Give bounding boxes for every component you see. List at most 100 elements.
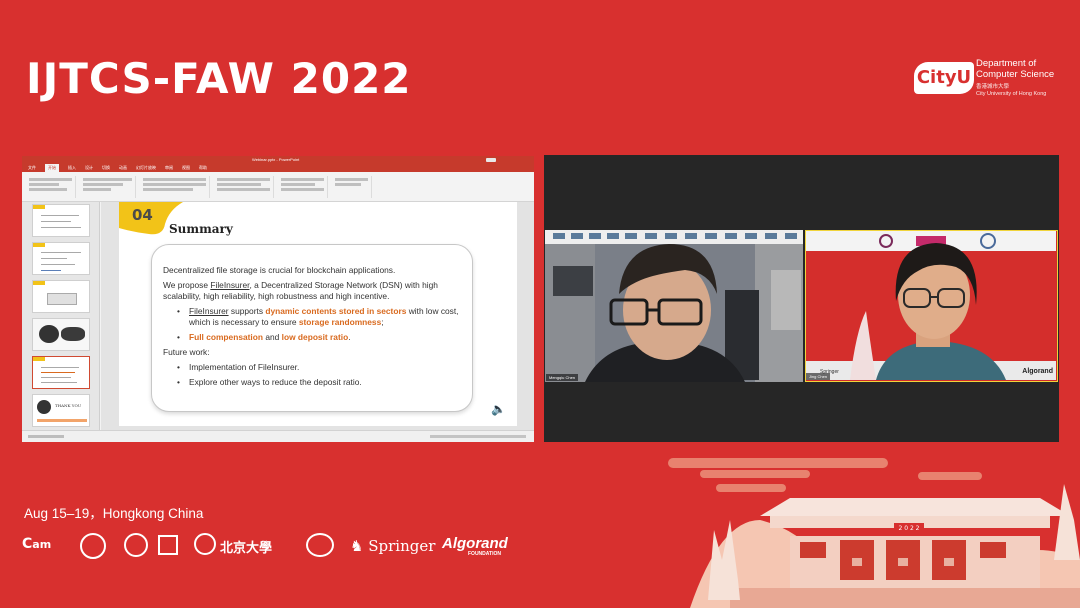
current-slide: 04 Summary Decentralized file storage is… <box>119 202 517 426</box>
thumbnail-line <box>41 215 79 216</box>
sponsor-logos: Cam 北京大學 ♞ Springer Algorand FOUNDATION <box>22 533 512 559</box>
fileinsurer-name: FileInsurer <box>210 280 250 290</box>
future-work-bullet-2: Explore other ways to reduce the deposit… <box>163 377 460 388</box>
menu-slideshow[interactable]: 幻灯片放映 <box>136 164 156 172</box>
video-conference-panel: Mengqiu Chen Springer Algorand Jing Chen <box>544 155 1059 442</box>
ppt-ribbon <box>22 172 534 202</box>
summary-line-1: Decentralized file storage is crucial fo… <box>163 265 396 275</box>
svg-text:2 0 2 2: 2 0 2 2 <box>899 525 920 532</box>
ppt-statusbar <box>22 430 534 442</box>
summary-bullet-2: Full compensation and low deposit ratio. <box>163 332 460 343</box>
menu-animations[interactable]: 动画 <box>119 164 127 172</box>
thumbnail-image <box>39 325 59 343</box>
conference-date-location: Aug 15–19，Hongkong China <box>24 506 204 521</box>
slide-thumbnail[interactable]: THANK YOU <box>32 394 90 427</box>
thumbnail-accent <box>33 357 45 361</box>
zoom-controls[interactable] <box>430 435 526 438</box>
right-sponsor-algorand: Algorand <box>1022 368 1053 375</box>
ribbon-font-group[interactable] <box>140 176 210 198</box>
thumbnail-line <box>41 372 75 373</box>
slide-thumbnail[interactable] <box>32 204 90 237</box>
future-work-heading: Future work: <box>163 347 210 357</box>
thumbnail-image <box>37 400 51 414</box>
menu-review[interactable]: 审阅 <box>165 164 173 172</box>
thumbnail-line <box>41 270 61 271</box>
bullet-text: ; <box>381 317 384 327</box>
slide-title: Summary <box>169 222 233 236</box>
summary-box: Decentralized file storage is crucial fo… <box>151 244 473 412</box>
sponsor-springer: ♞ Springer <box>350 537 436 555</box>
slide-thumbnail-selected[interactable] <box>32 356 90 389</box>
menu-design[interactable]: 设计 <box>85 164 93 172</box>
thumbnail-line <box>41 227 81 228</box>
cityu-logo-block: CityU Department of Computer Science 香港城… <box>914 58 1064 102</box>
university-english-name: City University of Hong Kong <box>976 91 1047 97</box>
slide-canvas: 04 Summary Decentralized file storage is… <box>101 202 534 430</box>
summary-bullet-1: FileInsurer supports dynamic contents st… <box>163 306 460 328</box>
sponsor-algorand-sub: FOUNDATION <box>468 551 501 557</box>
cityu-logo: CityU <box>914 62 974 94</box>
participant-video-right[interactable]: Springer Algorand Jing Chen <box>805 230 1058 382</box>
thumbnail-accent <box>33 205 45 209</box>
summary-line-2: We propose FileInsurer, a Decentralized … <box>163 280 460 302</box>
menu-help[interactable]: 帮助 <box>199 164 207 172</box>
fileinsurer-name: FileInsurer <box>189 306 229 316</box>
ribbon-paragraph-group[interactable] <box>214 176 274 198</box>
participant-video-image <box>545 230 803 382</box>
ribbon-editing-group[interactable] <box>332 176 372 198</box>
sponsor-logo-ai-institute <box>194 533 216 555</box>
sponsor-logo-seal <box>80 533 106 559</box>
ribbon-slides-group[interactable] <box>80 176 136 198</box>
thumbnail-line <box>41 367 79 368</box>
slide-counter <box>28 435 64 438</box>
sponsor-pku-text: 北京大學 <box>220 540 273 555</box>
thumbnail-line <box>41 377 71 378</box>
line2-prefix: We propose <box>163 280 211 290</box>
ribbon-drawing-group[interactable] <box>278 176 328 198</box>
ribbon-clipboard-group[interactable] <box>26 176 76 198</box>
powerpoint-window: Webinar.pptx - PowerPoint 文件 开始 插入 设计 切换… <box>22 156 534 442</box>
department-name: Department of Computer Science <box>976 58 1055 80</box>
audio-icon[interactable]: 🔈 <box>491 402 506 416</box>
bullet-highlight: Full compensation <box>189 332 263 342</box>
sponsor-logo-pku-seal <box>124 533 148 557</box>
participant-name-left: Mengqiu Chen <box>546 374 579 381</box>
sign-in-button[interactable] <box>486 158 496 162</box>
ppt-menubar: 文件 开始 插入 设计 切换 动画 幻灯片放映 审阅 视图 帮助 <box>22 164 534 172</box>
menu-transitions[interactable]: 切换 <box>102 164 110 172</box>
slide-thumbnails-pane: THANK YOU <box>22 202 100 430</box>
thumbnail-line <box>41 221 71 222</box>
thumbnail-label: THANK YOU <box>55 403 82 408</box>
bullet-highlight: storage randomness <box>298 317 382 327</box>
menu-home[interactable]: 开始 <box>45 164 59 172</box>
participant-video-left[interactable]: Mengqiu Chen <box>545 230 803 382</box>
bullet-highlight: dynamic contents stored in sectors <box>265 306 407 316</box>
sponsor-logo-cam: Cam <box>22 536 52 552</box>
bullet-text: . <box>348 332 351 342</box>
ppt-titlebar: Webinar.pptx - PowerPoint <box>22 156 534 164</box>
university-chinese-name: 香港城市大學 <box>976 84 1010 90</box>
menu-file[interactable]: 文件 <box>28 164 36 172</box>
participant-name-right: Jing Chen <box>806 373 831 380</box>
slide-section-number: 04 <box>132 206 153 224</box>
thumbnail-image <box>61 327 85 341</box>
thumbnail-accent <box>33 281 45 285</box>
menu-view[interactable]: 视图 <box>182 164 190 172</box>
slide-thumbnail[interactable] <box>32 280 90 313</box>
bullet-highlight: low deposit ratio <box>281 332 349 342</box>
springer-label: Springer <box>368 537 436 555</box>
menu-insert[interactable]: 插入 <box>68 164 76 172</box>
thumbnail-wave <box>37 419 87 422</box>
sponsor-algorand: Algorand <box>442 535 508 552</box>
slide-thumbnail[interactable] <box>32 242 90 275</box>
bullet-text: and <box>263 332 282 342</box>
future-work-bullet-1: Implementation of FileInsurer. <box>163 362 460 373</box>
participant-video-image <box>806 231 1056 380</box>
thumbnail-line <box>41 252 81 253</box>
thumbnail-line <box>41 264 75 265</box>
university-name: 香港城市大學 City University of Hong Kong <box>976 84 1066 98</box>
ppt-window-title: Webinar.pptx - PowerPoint <box>252 157 300 162</box>
sponsor-logo-oval <box>306 533 334 557</box>
conference-title: IJTCS-FAW 2022 <box>26 54 412 103</box>
slide-thumbnail[interactable] <box>32 318 90 351</box>
